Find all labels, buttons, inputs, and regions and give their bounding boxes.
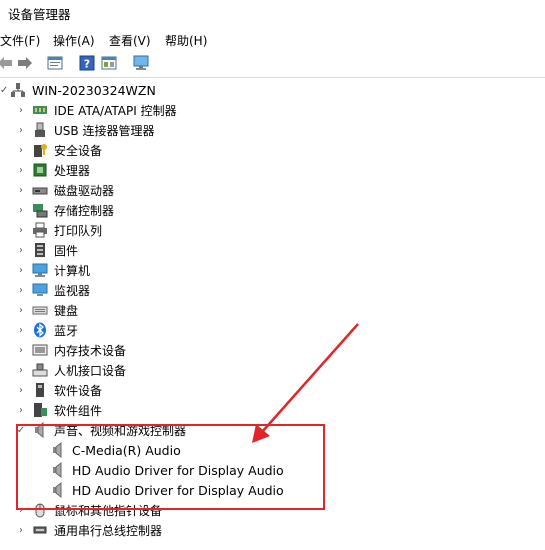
tree-root-label: WIN-20230324WZN [32, 82, 156, 98]
chevron-right-icon[interactable]: › [16, 220, 26, 240]
tree-root[interactable]: ✓ WIN-20230324WZN [0, 80, 156, 100]
firmware-icon [32, 242, 48, 258]
keyboard-icon [32, 302, 48, 318]
tree-item-label: 处理器 [54, 163, 91, 178]
chevron-right-icon[interactable]: › [16, 400, 26, 420]
chevron-right-icon[interactable]: › [16, 380, 26, 400]
toolbar: ? [0, 52, 545, 78]
software-component-icon [32, 402, 48, 418]
chevron-right-icon[interactable]: › [16, 200, 26, 220]
bluetooth-icon [32, 322, 48, 338]
chevron-right-icon[interactable]: › [16, 520, 26, 540]
usb-controller-icon [32, 522, 48, 538]
chevron-right-icon[interactable]: › [16, 120, 26, 140]
tree-item-label: 打印队列 [54, 223, 103, 238]
monitor-icon [32, 282, 48, 298]
tree-item-label: IDE ATA/ATAPI 控制器 [54, 103, 177, 118]
tree-item-hid[interactable]: › 人机接口设备 [16, 360, 126, 380]
tree-item-label: 监视器 [54, 283, 91, 298]
tree-item-usb-connector[interactable]: › USB 连接器管理器 [16, 120, 154, 140]
tree-item-label: 磁盘驱动器 [54, 183, 115, 198]
usb-icon [32, 122, 48, 138]
svg-text:?: ? [84, 58, 90, 71]
monitor-scan-icon[interactable] [132, 54, 150, 72]
chevron-right-icon[interactable]: › [16, 340, 26, 360]
tree-item-label: 存储控制器 [54, 203, 115, 218]
chevron-right-icon[interactable]: › [16, 280, 26, 300]
security-icon [32, 142, 48, 158]
tree-item-security[interactable]: › 安全设备 [16, 140, 102, 160]
computer-icon [32, 262, 48, 278]
tree-item-computer[interactable]: › 计算机 [16, 260, 90, 280]
highlight-box [16, 424, 325, 510]
tree-item-firmware[interactable]: › 固件 [16, 240, 78, 260]
window-title: 设备管理器 [8, 7, 71, 22]
menu-help[interactable]: 帮助(H) [165, 32, 207, 49]
tree-item-software-component[interactable]: › 软件组件 [16, 400, 102, 420]
tree-item-monitor[interactable]: › 监视器 [16, 280, 90, 300]
tree-item-label: 内存技术设备 [54, 343, 127, 358]
menu-action[interactable]: 操作(A) [53, 32, 95, 49]
cpu-icon [32, 162, 48, 178]
tree-item-processor[interactable]: › 处理器 [16, 160, 90, 180]
memory-icon [32, 342, 48, 358]
ide-icon [32, 102, 48, 118]
tree-item-label: 安全设备 [54, 143, 103, 158]
software-device-icon [32, 382, 48, 398]
menu-bar: 文件(F) 操作(A) 查看(V) 帮助(H) [0, 28, 545, 50]
tree-item-label: 计算机 [54, 263, 91, 278]
tree-item-print-queue[interactable]: › 打印队列 [16, 220, 102, 240]
printer-icon [32, 222, 48, 238]
chevron-right-icon[interactable]: › [16, 320, 26, 340]
tree-item-label: 固件 [54, 243, 79, 258]
chevron-right-icon[interactable]: › [16, 180, 26, 200]
disk-icon [32, 182, 48, 198]
chevron-right-icon[interactable]: › [16, 360, 26, 380]
tree-item-label: 键盘 [54, 303, 79, 318]
tree-item-storage[interactable]: › 存储控制器 [16, 200, 114, 220]
view-icon[interactable] [100, 54, 118, 72]
tree-item-label: 通用串行总线控制器 [54, 523, 163, 538]
tree-item-label: 软件组件 [54, 403, 103, 418]
storage-icon [32, 202, 48, 218]
tree-item-ide[interactable]: › IDE ATA/ATAPI 控制器 [16, 100, 177, 120]
tree-item-software-device[interactable]: › 软件设备 [16, 380, 102, 400]
title-bar: 设备管理器 [0, 0, 545, 26]
tree-item-memory-tech[interactable]: › 内存技术设备 [16, 340, 126, 360]
tree-item-label: 软件设备 [54, 383, 103, 398]
tree-item-disk[interactable]: › 磁盘驱动器 [16, 180, 114, 200]
menu-file[interactable]: 文件(F) [0, 32, 40, 49]
chevron-right-icon[interactable]: › [16, 160, 26, 180]
tree-item-label: USB 连接器管理器 [54, 123, 155, 138]
hid-icon [32, 362, 48, 378]
chevron-right-icon[interactable]: › [16, 260, 26, 280]
tree-item-label: 人机接口设备 [54, 363, 127, 378]
chevron-right-icon[interactable]: › [16, 240, 26, 260]
chevron-down-icon[interactable]: ✓ [0, 80, 8, 100]
chevron-right-icon[interactable]: › [16, 100, 26, 120]
computer-network-icon [10, 82, 26, 98]
chevron-right-icon[interactable]: › [16, 140, 26, 160]
tree-item-keyboard[interactable]: › 键盘 [16, 300, 78, 320]
forward-icon[interactable] [16, 54, 34, 72]
properties-icon[interactable] [46, 54, 64, 72]
help-icon[interactable]: ? [78, 54, 96, 72]
menu-view[interactable]: 查看(V) [109, 32, 151, 49]
tree-item-label: 蓝牙 [54, 323, 79, 338]
tree-item-usb-controller[interactable]: › 通用串行总线控制器 [16, 520, 162, 540]
chevron-right-icon[interactable]: › [16, 300, 26, 320]
back-icon[interactable] [0, 54, 14, 72]
tree-item-bluetooth[interactable]: › 蓝牙 [16, 320, 78, 340]
